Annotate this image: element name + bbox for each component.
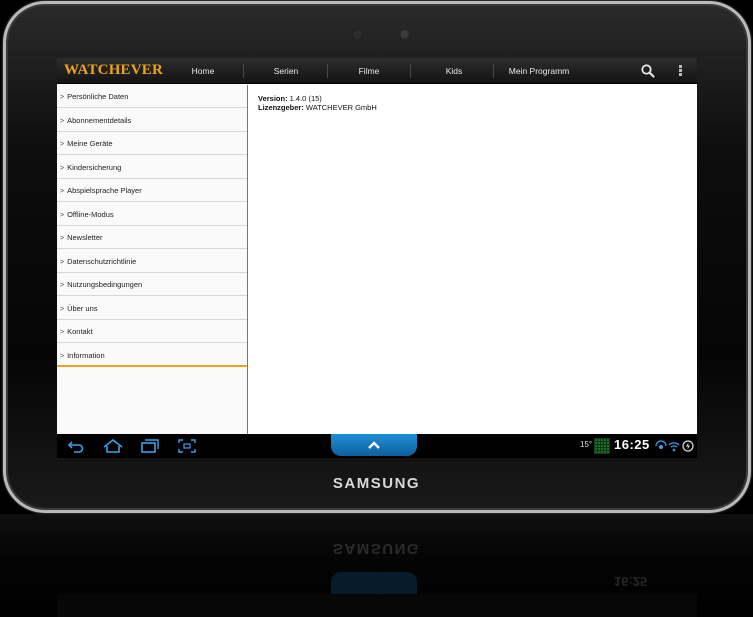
chevron-right-icon: > [60,141,65,148]
watchever-logo[interactable]: WATCHEVER [64,62,163,79]
system-bar: 15° 16:25 [57,434,697,458]
sidebar-item-kindersicherung[interactable]: > Kindersicherung [57,156,247,179]
sidebar-item-abonnementdetails[interactable]: > Abonnementdetails [57,109,247,132]
reflected-system-bar [57,594,697,617]
sidebar-item-label: Kontakt [67,327,93,336]
sidebar-item-persoenliche-daten[interactable]: > Persönliche Daten [57,85,247,108]
chevron-right-icon: > [60,235,65,242]
device-brand-logo: SAMSUNG [332,475,421,492]
sidebar-item-label: Information [67,351,105,360]
top-nav-bar: WATCHEVER Home Serien Filme Kids Mein Pr… [57,58,697,84]
sidebar-item-label: Kindersicherung [67,163,122,172]
sidebar-item-offline-modus[interactable]: > Offline-Modus [57,203,247,226]
chevron-right-icon: > [60,353,65,360]
nav-filme[interactable]: Filme [338,58,400,84]
chevron-right-icon: > [60,188,65,195]
mini-apps-tray-button[interactable] [331,434,417,456]
sidebar-item-label: Abspielsprache Player [67,186,142,195]
weather-temperature: 15° [580,440,593,449]
sidebar-item-label: Abonnementdetails [67,116,132,125]
sidebar-item-kontakt[interactable]: > Kontakt [57,320,247,343]
licensor-line: Lizenzgeber: WATCHEVER GmbH [258,103,377,112]
chevron-right-icon: > [60,118,65,125]
back-icon[interactable] [67,439,85,453]
version-value: 1.4.0 (15) [287,94,322,103]
sidebar-item-label: Über uns [67,304,98,313]
status-clock[interactable]: 16:25 [614,437,650,452]
overflow-menu-icon[interactable] [675,64,685,78]
light-sensor [355,32,360,37]
sidebar-item-datenschutz[interactable]: > Datenschutzrichtlinie [57,250,247,273]
app-screen: WATCHEVER Home Serien Filme Kids Mein Pr… [57,58,697,458]
version-label: Version: [258,94,288,103]
settings-sidebar: > Persönliche Daten > Abonnementdetails > M… [57,85,248,434]
sidebar-item-label: Offline-Modus [67,210,114,219]
screenshot-icon[interactable] [178,439,196,453]
nav-divider [327,64,328,78]
nav-serien[interactable]: Serien [255,58,317,84]
chevron-up-icon [367,437,381,449]
nav-mein-programm[interactable]: Mein Programm [494,58,584,84]
nav-home[interactable]: Home [173,58,233,84]
tablet-reflection: SAMSUNG 16:25 [0,514,753,617]
licensor-value: WATCHEVER GmbH [303,103,377,112]
sidebar-item-nutzungsbedingungen[interactable]: > Nutzungsbedingungen [57,273,247,296]
sidebar-item-label: Newsletter [67,233,103,242]
sidebar-item-ueber-uns[interactable]: > Über uns [57,297,247,320]
chevron-right-icon: > [60,329,65,336]
chevron-right-icon: > [60,282,65,289]
chevron-right-icon: > [60,165,65,172]
front-camera [401,31,408,38]
stage: WATCHEVER Home Serien Filme Kids Mein Pr… [0,0,753,617]
sidebar-item-label: Meine Geräte [67,139,113,148]
sidebar-item-meine-geraete[interactable]: > Meine Geräte [57,132,247,155]
sidebar-item-label: Persönliche Daten [67,92,129,101]
sidebar-item-information[interactable]: > Information [57,344,247,367]
chevron-right-icon: > [60,306,65,313]
sidebar-item-label: Nutzungsbedingungen [67,280,143,289]
reflected-brand-logo: SAMSUNG [332,540,421,557]
chevron-right-icon: > [60,94,65,101]
reflected-clock: 16:25 [614,574,648,589]
chevron-right-icon: > [60,212,65,219]
chevron-right-icon: > [60,259,65,266]
recent-apps-icon[interactable] [141,439,159,453]
nav-kids[interactable]: Kids [423,58,485,84]
search-icon[interactable] [640,63,656,79]
sidebar-item-label: Datenschutzrichtlinie [67,257,137,266]
nav-divider [243,64,244,78]
nav-divider [410,64,411,78]
weather-widget-icon [594,438,610,454]
battery-charging-icon [682,439,694,452]
sidebar-item-newsletter[interactable]: > Newsletter [57,226,247,249]
version-line: Version: 1.4.0 (15) [258,94,322,103]
information-panel: Version: 1.4.0 (15) Lizenzgeber: WATCHEV… [249,85,697,434]
sidebar-item-abspielsprache[interactable]: > Abspielsprache Player [57,179,247,202]
wifi-icon [668,439,680,452]
sync-icon [655,439,667,451]
licensor-label: Lizenzgeber: [258,103,304,112]
reflected-tray-button [331,572,417,594]
home-icon[interactable] [103,438,123,453]
